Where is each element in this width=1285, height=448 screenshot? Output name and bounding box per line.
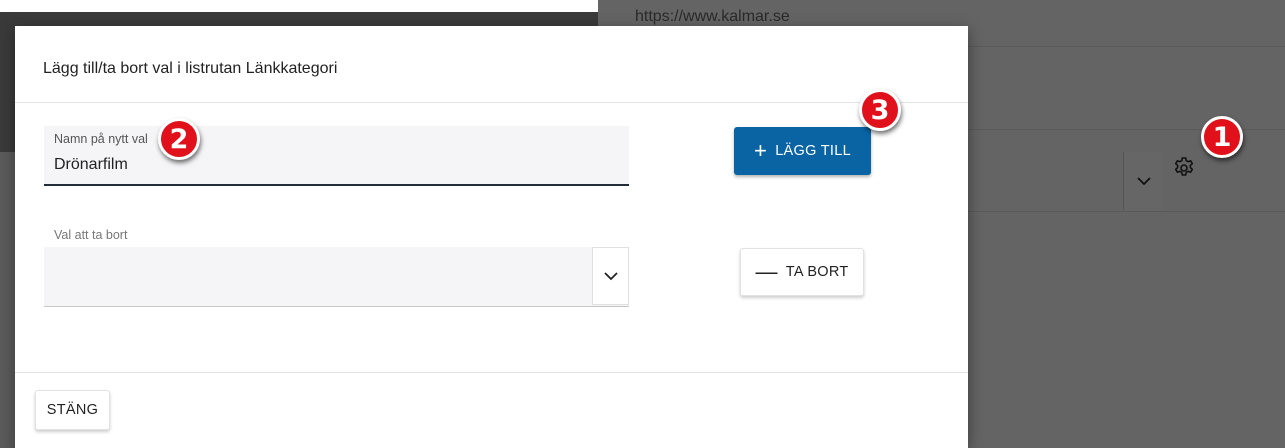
plus-icon: +: [754, 138, 768, 163]
gear-icon[interactable]: [1172, 156, 1196, 180]
background-divider: [968, 211, 1285, 212]
add-option-button[interactable]: + LÄGG TILL: [734, 127, 871, 175]
annotation-badge-1: 1: [1201, 116, 1243, 158]
category-options-dialog: Lägg till/ta bort val i listrutan Länkka…: [15, 26, 968, 448]
annotation-badge-3: 3: [859, 89, 901, 131]
annotation-badge-2: 2: [158, 118, 200, 160]
remove-option-label: Val att ta bort: [54, 228, 128, 242]
new-option-label: Namn på nytt val: [54, 132, 148, 146]
dialog-header-divider: [15, 102, 968, 103]
dialog-footer-divider: [15, 372, 968, 373]
chevron-down-icon: [603, 271, 618, 280]
minus-icon: —: [755, 259, 778, 284]
remove-option-dropdown-button[interactable]: [592, 247, 629, 305]
remove-option-underline: [44, 306, 629, 307]
background-category-dropdown[interactable]: [1123, 152, 1163, 210]
chevron-down-icon: [1136, 176, 1151, 185]
background-url-text: https://www.kalmar.se: [635, 8, 790, 25]
close-dialog-button-label: STÄNG: [46, 402, 99, 418]
new-option-field[interactable]: Namn på nytt val Drönarfilm: [44, 126, 629, 186]
new-option-underline: [44, 184, 629, 186]
close-dialog-button[interactable]: STÄNG: [35, 390, 110, 430]
remove-option-button-label: TA BORT: [785, 264, 849, 280]
remove-option-button[interactable]: — TA BORT: [740, 248, 864, 296]
dialog-title: Lägg till/ta bort val i listrutan Länkka…: [43, 60, 338, 77]
remove-option-select[interactable]: [44, 247, 629, 307]
add-option-button-label: LÄGG TILL: [775, 143, 851, 159]
new-option-input[interactable]: Drönarfilm: [54, 156, 128, 174]
